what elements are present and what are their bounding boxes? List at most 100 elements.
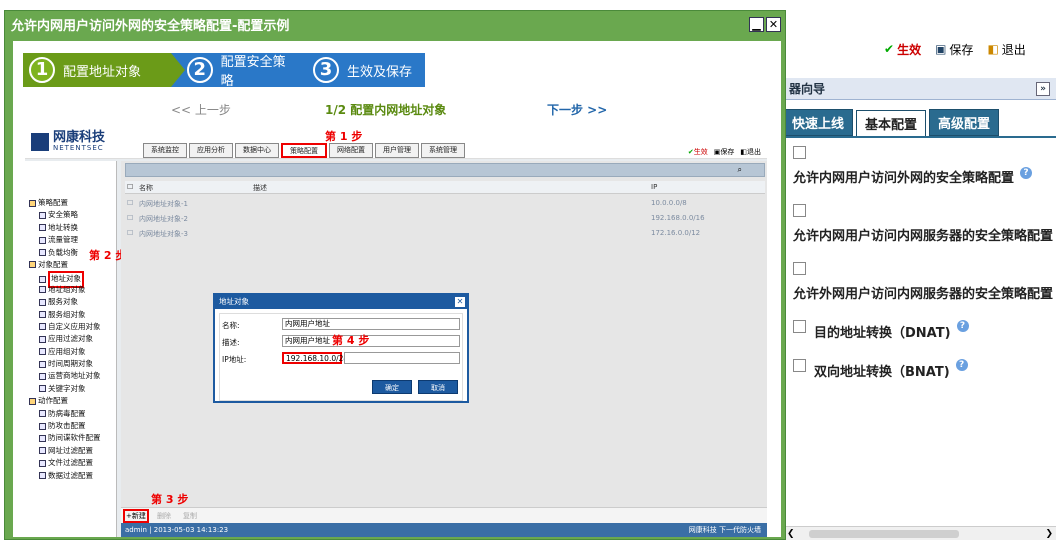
shot-apply-button[interactable]: ✔生效: [688, 147, 708, 157]
shot-exit-button[interactable]: ◧退出: [740, 147, 761, 157]
tree-item[interactable]: 地址转换: [25, 222, 116, 234]
copy-button[interactable]: 复制: [183, 511, 197, 521]
ip-input[interactable]: 192.168.10.0/24: [282, 352, 348, 364]
select-all-checkbox[interactable]: ☐: [127, 183, 133, 191]
panel-title: 器向导: [789, 82, 826, 96]
name-input[interactable]: 内网用户地址: [282, 318, 460, 330]
tree-item[interactable]: 应用组对象: [25, 346, 116, 358]
modal-content: 1 配置地址对象 2 配置安全策略 3 生效及保存 << 上一步 1/2 配置内网地址…: [13, 41, 781, 537]
tree-item[interactable]: 地址对象: [25, 271, 116, 288]
dialog-close-icon[interactable]: ✕: [455, 297, 465, 307]
modal-titlebar: 允许内网用户访问外网的安全策略配置-配置示例 ▁ ✕: [5, 11, 785, 37]
wizard-item[interactable]: 允许内网用户访问内网服务器的安全策略配置: [793, 204, 1056, 244]
scroll-thumb[interactable]: [809, 530, 959, 538]
desc-input[interactable]: 内网用户地址: [282, 335, 460, 347]
table-row[interactable]: ☐ 内网地址对象-3 172.16.0.0/12: [125, 227, 765, 241]
close-icon[interactable]: ✕: [766, 16, 781, 32]
info-icon[interactable]: ?: [956, 320, 969, 332]
tab-system-mgmt[interactable]: 系统管理: [421, 143, 465, 158]
expand-toggle[interactable]: [793, 146, 806, 159]
modal-title: 允许内网用户访问外网的安全策略配置-配置示例: [11, 18, 290, 34]
save-button[interactable]: ▣ 保存: [935, 41, 973, 58]
object-icon: [39, 275, 46, 283]
panel-header: 器向导 »: [783, 78, 1056, 100]
step-2[interactable]: 2 配置安全策略: [171, 53, 311, 89]
delete-button[interactable]: 删除: [157, 511, 171, 521]
step-1[interactable]: 1 配置地址对象: [23, 53, 185, 87]
shot-save-button[interactable]: ▣保存: [714, 147, 735, 157]
grid-header: ☐ 名称 描述 IP: [125, 181, 765, 194]
tree-group[interactable]: 策略配置: [25, 197, 116, 209]
ok-button[interactable]: 确定: [372, 380, 412, 394]
col-name[interactable]: 名称: [139, 183, 153, 193]
tab-system-monitor[interactable]: 系统监控: [143, 143, 187, 158]
tree-item[interactable]: 服务组对象: [25, 309, 116, 321]
ip-input-rest[interactable]: [344, 352, 460, 364]
background-toolbar: ✔ 生效 ▣ 保存 ◧ 退出: [780, 36, 1056, 62]
dialog-titlebar: 地址对象 ✕: [215, 295, 467, 309]
tab-advanced-config[interactable]: 高级配置: [929, 109, 1000, 136]
tab-app-analysis[interactable]: 应用分析: [189, 143, 233, 158]
cancel-button[interactable]: 取消: [418, 380, 458, 394]
annotation-step4: 第 4 步: [332, 334, 370, 347]
expand-toggle[interactable]: [793, 359, 806, 372]
check-icon: ✔: [884, 42, 895, 56]
expand-toggle[interactable]: [793, 320, 806, 333]
tab-user-mgmt[interactable]: 用户管理: [375, 143, 419, 158]
object-icon: [39, 298, 46, 306]
col-desc[interactable]: 描述: [253, 183, 267, 193]
object-icon: [39, 286, 46, 294]
tab-data-center[interactable]: 数据中心: [235, 143, 279, 158]
tree-item[interactable]: 防攻击配置: [25, 420, 116, 432]
wizard-item[interactable]: 允许外网用户访问内网服务器的安全策略配置: [793, 262, 1056, 302]
tab-basic-config[interactable]: 基本配置: [856, 110, 927, 136]
exit-button[interactable]: ◧ 退出: [987, 41, 1025, 58]
tab-quick-online[interactable]: 快速上线: [783, 109, 854, 136]
next-step-link[interactable]: 下一步 >>: [547, 101, 607, 118]
new-button[interactable]: +新建: [123, 509, 149, 523]
tree-item[interactable]: 地址组对象: [25, 284, 116, 296]
step-3[interactable]: 3 生效及保存: [297, 53, 425, 87]
tree-item[interactable]: 防病毒配置: [25, 408, 116, 420]
tree-item[interactable]: 数据过滤配置: [25, 470, 116, 482]
info-icon[interactable]: ?: [1020, 167, 1033, 179]
expand-toggle[interactable]: [793, 204, 806, 217]
tree-item[interactable]: 时间周期对象: [25, 358, 116, 370]
tab-policy-config[interactable]: 策略配置: [281, 143, 327, 158]
tree-item[interactable]: 网址过滤配置: [25, 445, 116, 457]
tree-item[interactable]: 防间谍软件配置: [25, 432, 116, 444]
expand-toggle[interactable]: [793, 262, 806, 275]
tree-item[interactable]: 运营商地址对象: [25, 370, 116, 382]
tree-item[interactable]: 自定义应用对象: [25, 321, 116, 333]
tree-item[interactable]: 文件过滤配置: [25, 457, 116, 469]
tree-item[interactable]: 流量管理: [25, 234, 116, 246]
dialog-body: 名称: 内网用户地址 描述: 内网用户地址 第 4 步 IP地址: 192.16…: [219, 313, 463, 401]
minimize-icon[interactable]: ▁: [749, 16, 764, 32]
tree-item[interactable]: 服务对象: [25, 296, 116, 308]
wizard-item[interactable]: 目的地址转换（DNAT)?: [793, 320, 1056, 341]
table-row[interactable]: ☐ 内网地址对象-1 10.0.0.0/8: [125, 197, 765, 211]
tree-item[interactable]: 安全策略: [25, 209, 116, 221]
prev-step-link[interactable]: << 上一步: [171, 101, 231, 118]
tab-network-config[interactable]: 网络配置: [329, 143, 373, 158]
apply-button[interactable]: ✔ 生效: [884, 41, 921, 58]
grid-toolbar: +新建 删除 复制: [121, 507, 767, 523]
wizard-item[interactable]: 允许内网用户访问外网的安全策略配置?: [793, 146, 1056, 186]
scroll-right-icon[interactable]: ❯: [1045, 529, 1053, 539]
horizontal-scrollbar[interactable]: ❮ ❯: [783, 526, 1056, 540]
grid-search-bar[interactable]: ⌕: [125, 163, 765, 177]
scroll-left-icon[interactable]: ❮: [787, 529, 795, 539]
info-icon[interactable]: ?: [955, 359, 968, 371]
object-icon: [39, 434, 46, 442]
folder-icon: [29, 397, 36, 405]
tree-item[interactable]: 关键字对象: [25, 383, 116, 395]
table-row[interactable]: ☐ 内网地址对象-2 192.168.0.0/16: [125, 212, 765, 226]
object-icon: [39, 410, 46, 418]
search-icon[interactable]: ⌕: [738, 165, 742, 175]
collapse-icon[interactable]: »: [1036, 81, 1050, 96]
tree-item[interactable]: 应用过滤对象: [25, 333, 116, 345]
wizard-item[interactable]: 双向地址转换（BNAT)?: [793, 359, 1056, 380]
col-ip[interactable]: IP: [651, 183, 657, 191]
tree-group[interactable]: 动作配置: [25, 395, 116, 407]
object-icon: [39, 360, 46, 368]
